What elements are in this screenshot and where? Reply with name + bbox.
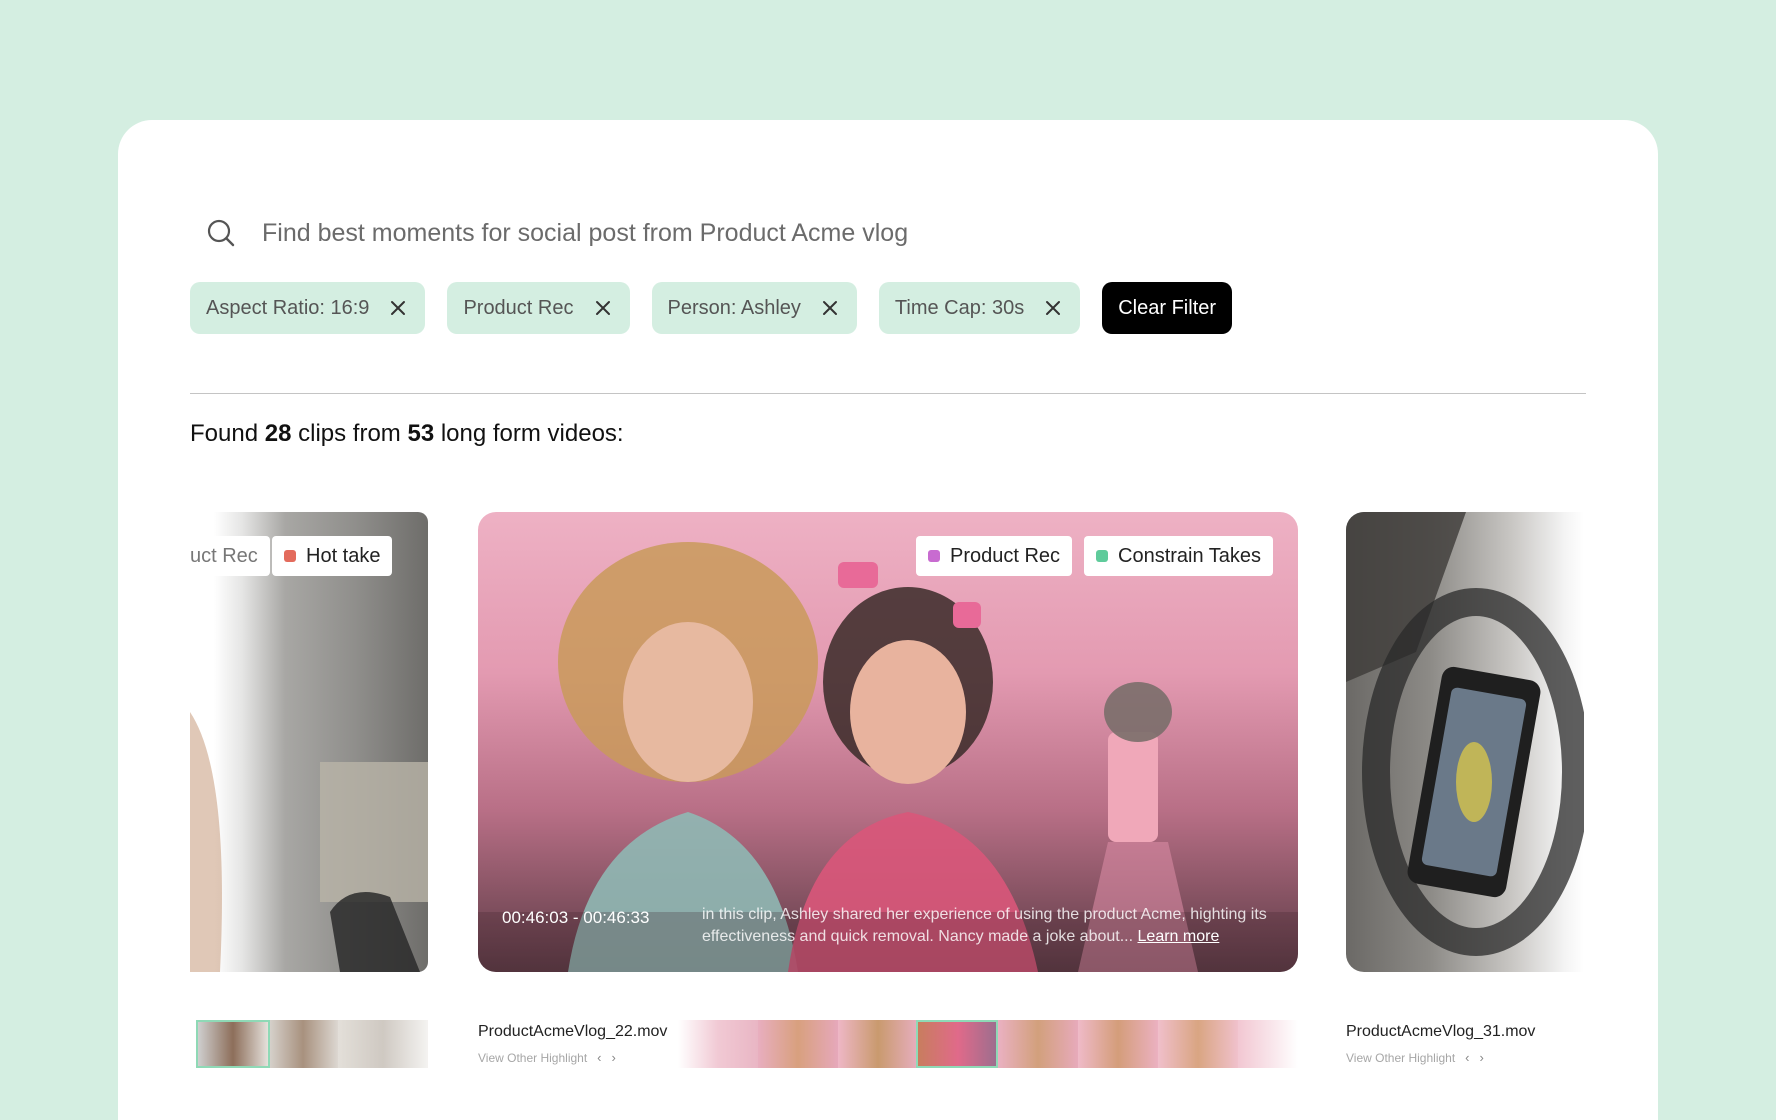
results-summary: Found 28 clips from 53 long form videos: [190, 420, 624, 448]
filmstrip-selection [196, 1020, 270, 1068]
search-bar[interactable]: Find best moments for social post from P… [206, 210, 908, 256]
view-other-label: View Other Highlight [1346, 1050, 1456, 1065]
filter-chip-person[interactable]: Person: Ashley [651, 282, 857, 334]
tag-dot [1096, 550, 1108, 562]
results-middle: clips from [298, 420, 401, 447]
clip-filename: ProductAcmeVlog_31.mov [1346, 1023, 1536, 1040]
close-icon[interactable] [821, 299, 839, 317]
filmstrip-frame [678, 1020, 758, 1068]
close-icon[interactable] [1044, 299, 1062, 317]
close-icon[interactable] [389, 299, 407, 317]
clip-timecode: 00:46:03 - 00:46:33 [502, 908, 650, 927]
clip-count: 28 [264, 420, 292, 447]
clip-thumbnail-image [1346, 512, 1584, 956]
clear-filter-button[interactable]: Clear Filter [1102, 282, 1233, 334]
clip-card-active[interactable]: Product Rec Constrain Takes 00:46:03 - 0… [478, 512, 1298, 972]
chevron-left-icon[interactable]: ‹ [1465, 1050, 1469, 1065]
filmstrip-frame [1158, 1020, 1238, 1068]
tag-label: Constrain Takes [1118, 544, 1262, 567]
results-suffix: long form videos: [440, 420, 624, 447]
close-icon[interactable] [594, 299, 612, 317]
filter-chip-label: Aspect Ratio: 16:9 [206, 296, 370, 319]
filter-chip-label: Person: Ashley [667, 296, 801, 319]
filmstrip-frame [1078, 1020, 1158, 1068]
filmstrip-frame [838, 1020, 918, 1068]
filter-chip-label: Product Rec [463, 296, 574, 319]
tag-label: Hot take [306, 544, 381, 567]
tag-product-rec: uct Rec [190, 536, 270, 576]
filmstrip-frame [758, 1020, 838, 1068]
search-icon [207, 219, 235, 247]
search-input[interactable]: Find best moments for social post from P… [262, 219, 908, 248]
view-other-label: View Other Highlight [478, 1050, 588, 1065]
tag-constrain-takes: Constrain Takes [1084, 536, 1274, 576]
clear-filter-label: Clear Filter [1118, 296, 1217, 319]
clip-card-previous[interactable]: uct Rec Hot take [190, 512, 428, 972]
view-other-highlight[interactable]: View Other Highlight ‹ › [1346, 1050, 1484, 1065]
view-other-highlight[interactable]: View Other Highlight ‹ › [478, 1050, 616, 1065]
video-count: 53 [407, 420, 435, 447]
clip-thumbnail-image [190, 712, 428, 972]
clip-thumbnail-image [478, 542, 1298, 972]
tag-label: uct Rec [190, 544, 258, 567]
filmstrip-selection [916, 1020, 998, 1068]
tag-product-rec: Product Rec [916, 536, 1073, 576]
chevron-right-icon[interactable]: › [1480, 1050, 1484, 1065]
filmstrip-previous[interactable] [190, 1020, 428, 1068]
tag-dot [928, 550, 940, 562]
chevron-left-icon[interactable]: ‹ [597, 1050, 601, 1065]
search-results-card: Find best moments for social post from P… [118, 120, 1658, 1120]
chevron-right-icon[interactable]: › [612, 1050, 616, 1065]
tag-label: Product Rec [950, 544, 1061, 567]
filter-chip-label: Time Cap: 30s [894, 296, 1025, 319]
filter-chip-product-rec[interactable]: Product Rec [447, 282, 630, 334]
clip-card-next[interactable] [1346, 512, 1584, 972]
filmstrip-frame [998, 1020, 1078, 1068]
filmstrip-frame [268, 1020, 338, 1068]
clip-filename: ProductAcmeVlog_22.mov [478, 1023, 668, 1040]
tag-hot-take: Hot take [272, 536, 393, 576]
learn-more-link[interactable]: Learn more [1138, 928, 1220, 945]
divider [190, 393, 1586, 394]
clip-description: in this clip, Ashley shared her experien… [702, 904, 1272, 948]
tag-dot [284, 550, 296, 562]
filter-chips: Aspect Ratio: 16:9 Product Rec Person: A… [190, 282, 1233, 334]
filmstrip-frame [338, 1020, 428, 1068]
filmstrip-frame [1238, 1020, 1298, 1068]
results-prefix: Found [190, 420, 259, 447]
filter-chip-aspect-ratio[interactable]: Aspect Ratio: 16:9 [190, 282, 426, 334]
filter-chip-time-cap[interactable]: Time Cap: 30s [878, 282, 1081, 334]
filmstrip-active[interactable] [678, 1020, 1298, 1068]
